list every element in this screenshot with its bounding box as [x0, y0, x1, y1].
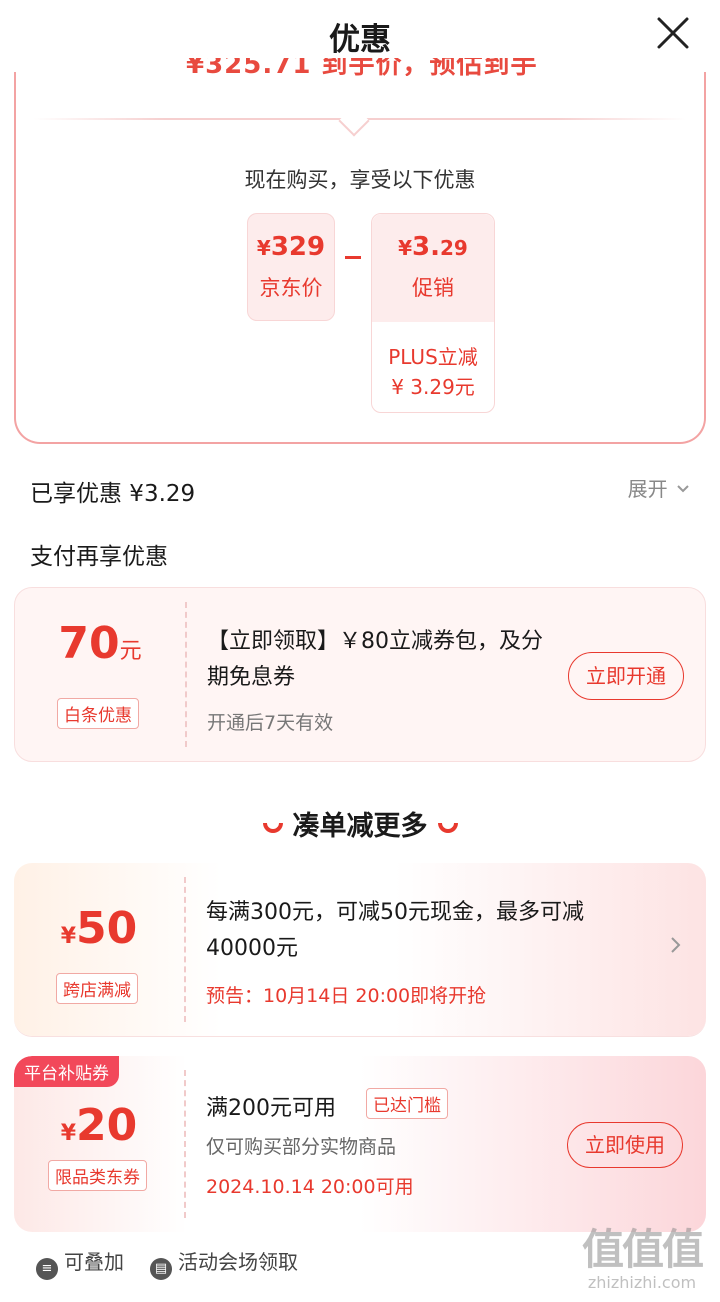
page-title: 优惠	[329, 22, 391, 58]
pay-section-title: 支付再享优惠	[30, 544, 168, 570]
platform-ribbon: 平台补贴券	[14, 1056, 119, 1087]
final-price-text: ¥325.71 到手价，预估到手	[186, 58, 538, 76]
plus-discount-detail: PLUS立减 ¥ 3.29元	[388, 345, 478, 399]
coupon-desc: 每满300元，可减50元现金，最多可减40000元	[206, 900, 584, 961]
watermark: 值值值 zhizhizhi.com	[581, 1225, 704, 1292]
jd-price-amount: ¥329	[256, 232, 326, 262]
cross-store-coupon-card[interactable]: ¥50 跨店满减 每满300元，可减50元现金，最多可减40000元 预告：10…	[14, 863, 706, 1036]
chevron-right-icon[interactable]	[668, 935, 682, 955]
smile-icon	[262, 822, 283, 833]
coupon-amount: ¥20	[60, 1100, 138, 1151]
coupon-tag: 限品类东券	[48, 1160, 147, 1191]
coupon-amount: 70元	[58, 618, 142, 669]
jd-price-label: 京东价	[259, 276, 323, 300]
coupon-tag: 跨店满减	[56, 973, 138, 1004]
expand-toggle[interactable]: 展开	[628, 473, 690, 502]
coupon-tag: 白条优惠	[57, 698, 139, 729]
baitiao-coupon-card: 70元 白条优惠 【立即领取】￥80立减券包，及分期免息券 开通后7天有效 立即…	[14, 587, 706, 762]
coupon-divider	[184, 1070, 186, 1218]
stackable-note: ≡ 可叠加	[36, 1246, 124, 1280]
coupon-preview: 预告：10月14日 20:00即将开抢	[206, 985, 487, 1007]
coupon-date: 2024.10.14 20:00可用	[206, 1176, 414, 1198]
enjoyed-discount: 已享优惠 ¥3.29	[30, 481, 196, 507]
price-breakdown-card	[14, 40, 706, 444]
promo-label: 促销	[412, 276, 454, 300]
minus-sign	[345, 256, 361, 259]
section-title: 凑单减更多	[0, 804, 720, 843]
jd-price-box: ¥329 京东价	[247, 213, 335, 321]
coupon-validity: 开通后7天有效	[207, 712, 334, 734]
ticket-icon: ▤	[150, 1258, 172, 1280]
smile-icon	[437, 822, 458, 833]
platform-coupon-card: ¥20 限品类东券 平台补贴券 满200元可用 已达门槛 仅可购买部分实物商品 …	[14, 1056, 706, 1232]
chevron-down-icon	[677, 485, 689, 493]
venue-note: ▤ 活动会场领取	[150, 1246, 298, 1280]
coupon-amount: ¥50	[60, 903, 138, 954]
stack-icon: ≡	[36, 1258, 58, 1280]
coupon-scope: 仅可购买部分实物商品	[206, 1136, 397, 1158]
coupon-divider	[184, 877, 186, 1022]
activate-button[interactable]: 立即开通	[568, 652, 684, 700]
threshold-badge: 已达门槛	[366, 1088, 448, 1119]
coupon-divider	[185, 602, 187, 747]
promo-amount: ¥3.29	[398, 232, 468, 262]
coupon-desc: 【立即领取】￥80立减券包，及分期免息券	[207, 629, 543, 690]
close-icon[interactable]	[656, 16, 690, 50]
now-buy-text: 现在购买，享受以下优惠	[244, 168, 476, 192]
coupon-condition: 满200元可用	[206, 1096, 336, 1121]
promo-price-box: ¥3.29 促销 PLUS立减 ¥ 3.29元	[371, 213, 495, 413]
use-now-button[interactable]: 立即使用	[567, 1122, 683, 1168]
